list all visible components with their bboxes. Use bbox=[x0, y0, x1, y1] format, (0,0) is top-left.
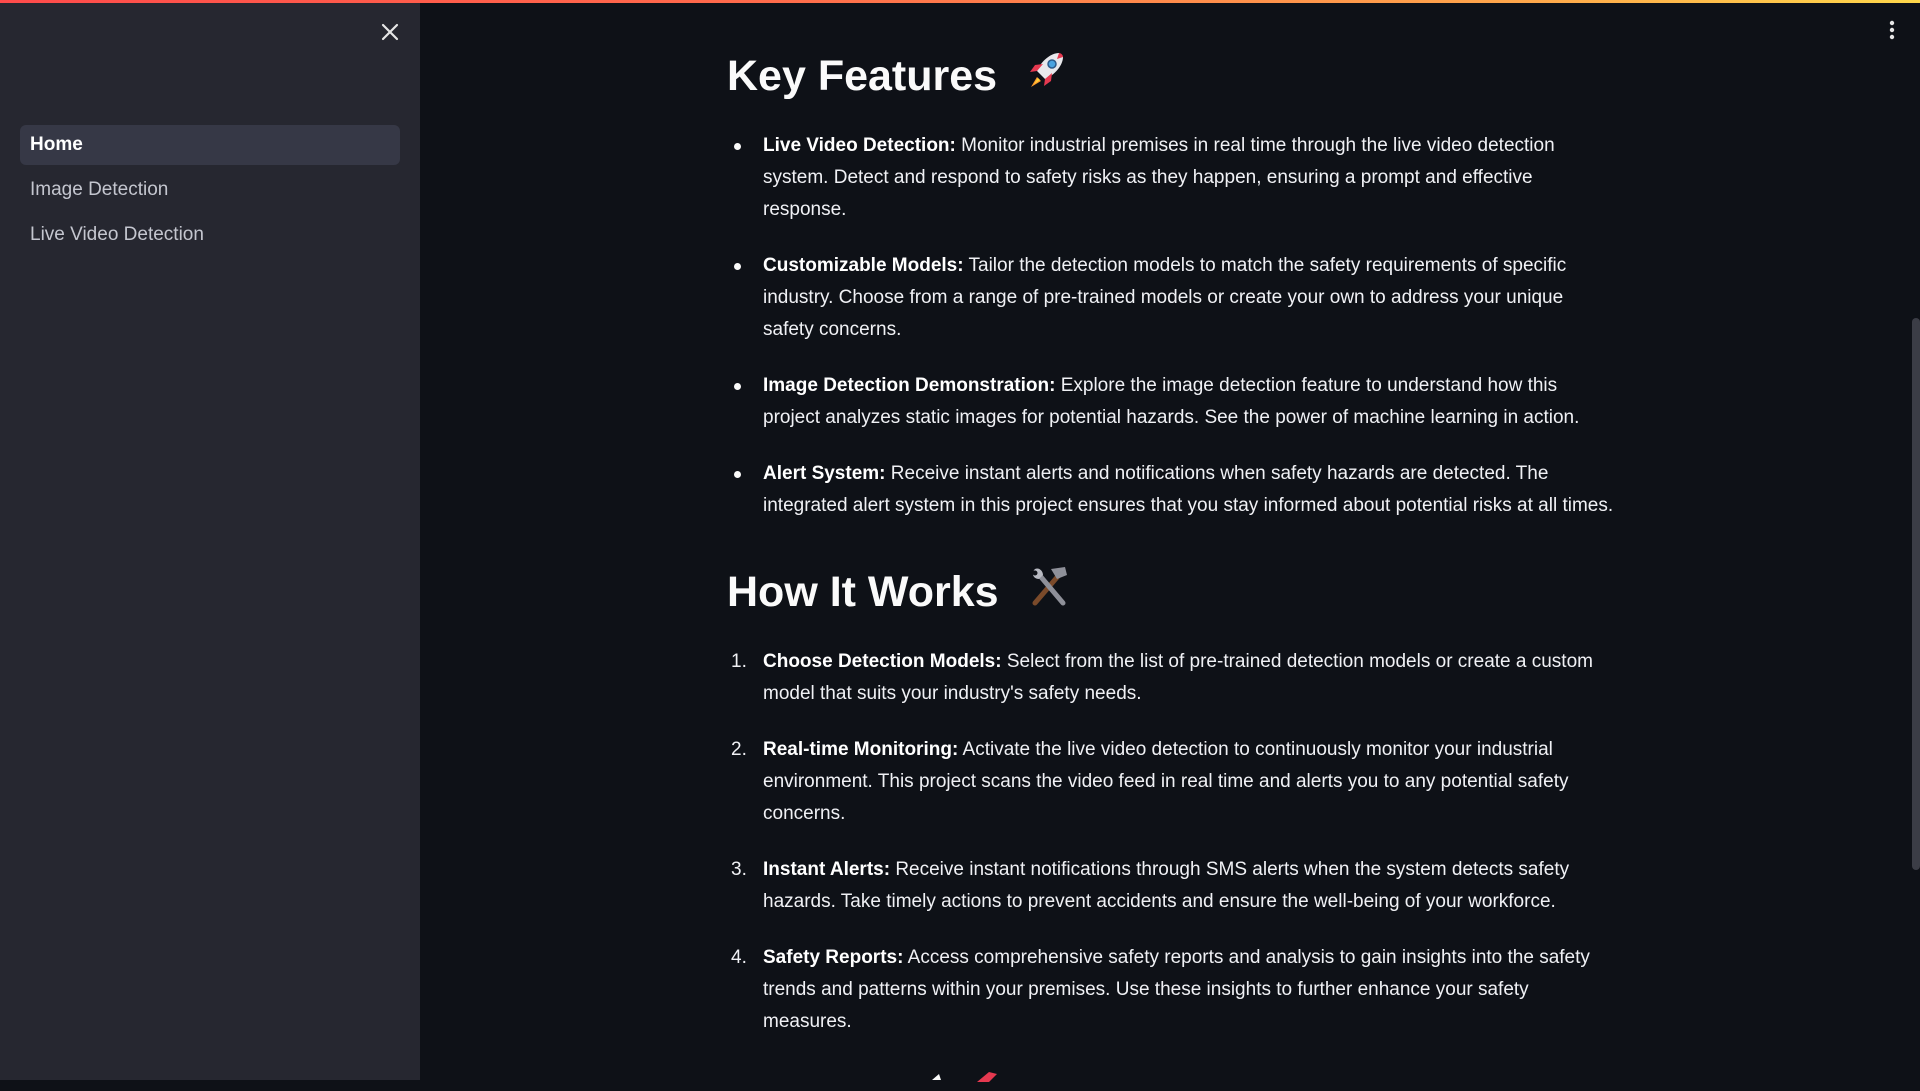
main-content: Key Features Live Video Detection: Monit… bbox=[727, 44, 1615, 1038]
key-features-title: Key Features bbox=[727, 52, 998, 100]
sidebar-nav: Home Image Detection Live Video Detectio… bbox=[20, 125, 400, 260]
close-icon bbox=[381, 23, 399, 41]
list-item: Image Detection Demonstration: Explore t… bbox=[727, 370, 1615, 434]
sidebar-item-home[interactable]: Home bbox=[20, 125, 400, 165]
sidebar-item-label: Live Video Detection bbox=[30, 224, 204, 245]
step-label: Safety Reports: bbox=[763, 947, 904, 968]
feature-label: Customizable Models: bbox=[763, 255, 964, 276]
main-scrollbar[interactable] bbox=[1912, 318, 1920, 870]
how-it-works-heading: How It Works bbox=[727, 560, 1615, 624]
bullet-icon bbox=[734, 471, 741, 478]
step-label: Real-time Monitoring: bbox=[763, 739, 959, 760]
step-number: 2. bbox=[731, 739, 747, 760]
sidebar-item-live-video-detection[interactable]: Live Video Detection bbox=[20, 215, 400, 255]
step-label: Choose Detection Models: bbox=[763, 651, 1002, 672]
bullet-icon bbox=[734, 383, 741, 390]
list-item: 1. Choose Detection Models: Select from … bbox=[727, 646, 1615, 710]
list-item: 2. Real-time Monitoring: Activate the li… bbox=[727, 734, 1615, 830]
step-label: Instant Alerts: bbox=[763, 859, 891, 880]
sidebar: Home Image Detection Live Video Detectio… bbox=[0, 0, 420, 1080]
sidebar-close-button[interactable] bbox=[378, 20, 402, 44]
bullet-icon bbox=[734, 263, 741, 270]
bullet-icon bbox=[734, 143, 741, 150]
how-it-works-list: 1. Choose Detection Models: Select from … bbox=[727, 646, 1615, 1038]
step-number: 3. bbox=[731, 859, 747, 880]
vertical-ellipsis-icon bbox=[1889, 20, 1895, 40]
app-top-accent-bar bbox=[0, 0, 1920, 3]
list-item: Live Video Detection: Monitor industrial… bbox=[727, 130, 1615, 226]
how-it-works-title: How It Works bbox=[727, 568, 999, 616]
feature-label: Alert System: bbox=[763, 463, 886, 484]
step-number: 1. bbox=[731, 651, 747, 672]
sidebar-item-image-detection[interactable]: Image Detection bbox=[20, 170, 400, 210]
list-item: 3. Instant Alerts: Receive instant notif… bbox=[727, 854, 1615, 918]
rocket-icon bbox=[1023, 47, 1069, 111]
hammer-and-wrench-icon bbox=[1025, 563, 1073, 627]
list-item: 4. Safety Reports: Access comprehensive … bbox=[727, 942, 1615, 1038]
sidebar-item-label: Home bbox=[30, 134, 83, 155]
sidebar-item-label: Image Detection bbox=[30, 179, 169, 200]
key-features-list: Live Video Detection: Monitor industrial… bbox=[727, 130, 1615, 522]
step-number: 4. bbox=[731, 947, 747, 968]
feature-text: Receive instant alerts and notifications… bbox=[763, 463, 1614, 516]
feature-label: Image Detection Demonstration: bbox=[763, 375, 1056, 396]
next-heading-clipped bbox=[727, 1066, 1127, 1086]
main-menu-button[interactable] bbox=[1882, 18, 1902, 42]
list-item: Alert System: Receive instant alerts and… bbox=[727, 458, 1615, 522]
key-features-heading: Key Features bbox=[727, 44, 1615, 108]
list-item: Customizable Models: Tailor the detectio… bbox=[727, 250, 1615, 346]
feature-label: Live Video Detection: bbox=[763, 135, 956, 156]
